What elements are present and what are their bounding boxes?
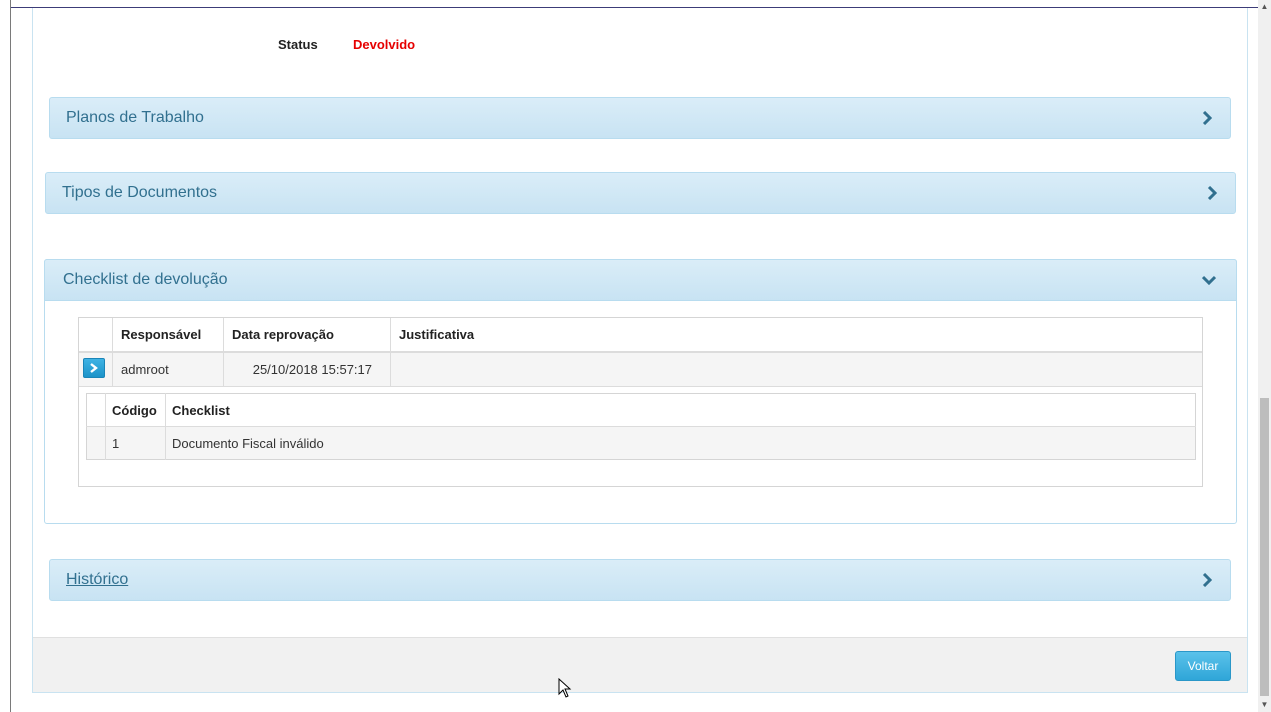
column-header-justificativa[interactable]: Justificativa [390,318,1202,353]
cell-codigo: 1 [105,426,166,460]
cell-blank [86,426,106,460]
panel-planos-de-trabalho[interactable]: Planos de Trabalho [49,97,1231,139]
checklist-items-table: Código Checklist 1 Documento Fiscal invá… [86,393,1196,460]
table-row[interactable]: admroot 25/10/2018 15:57:17 [79,352,1202,387]
column-header-blank [86,393,106,427]
table-row[interactable]: 1 Documento Fiscal inválido [86,426,1196,460]
panel-title: Checklist de devolução [63,271,228,288]
panel-tipos-de-documentos[interactable]: Tipos de Documentos [45,172,1236,214]
panel-title: Tipos de Documentos [62,184,218,201]
column-header-checklist[interactable]: Checklist [165,393,1196,427]
cell-checklist: Documento Fiscal inválido [165,426,1196,460]
window-left-border [0,0,11,712]
status-label: Status [278,37,318,52]
chevron-right-icon [90,363,98,373]
status-value: Devolvido [353,37,416,52]
voltar-button[interactable]: Voltar [1175,651,1231,681]
panel-title: Planos de Trabalho [66,109,204,126]
scrollbar-thumb[interactable] [1260,398,1269,696]
chevron-right-icon [1202,98,1212,125]
chevron-right-icon [1202,560,1212,587]
scroll-down-arrow-icon[interactable]: ▼ [1258,698,1271,712]
devolucoes-grid: Responsável Data reprovação Justificativ… [78,317,1203,487]
column-header-codigo[interactable]: Código [105,393,166,427]
column-header-expand [79,318,113,353]
table-header-row: Responsável Data reprovação Justificativ… [79,318,1202,353]
panel-checklist-header[interactable]: Checklist de devolução [44,259,1237,301]
panel-historico[interactable]: Histórico [49,559,1231,601]
devolucoes-table: Responsável Data reprovação Justificativ… [79,318,1202,387]
cell-responsavel: admroot [112,352,224,387]
table-header-row: Código Checklist [86,393,1196,427]
column-header-responsavel[interactable]: Responsável [112,318,224,353]
expand-row-button[interactable] [83,358,105,378]
cell-justificativa [390,352,1202,387]
column-header-data-reprovacao[interactable]: Data reprovação [223,318,391,353]
cell-data-reprovacao: 25/10/2018 15:57:17 [223,352,391,387]
historico-link[interactable]: Histórico [66,571,128,588]
expand-cell [79,352,113,387]
chevron-right-icon [1207,173,1217,200]
footer-bar [33,637,1247,692]
window-top-border [0,0,1271,8]
vertical-scrollbar[interactable]: ▲ ▼ [1258,0,1271,712]
scroll-up-arrow-icon[interactable]: ▲ [1258,0,1271,14]
chevron-down-icon [1202,260,1216,285]
mouse-pointer-icon [558,677,572,701]
